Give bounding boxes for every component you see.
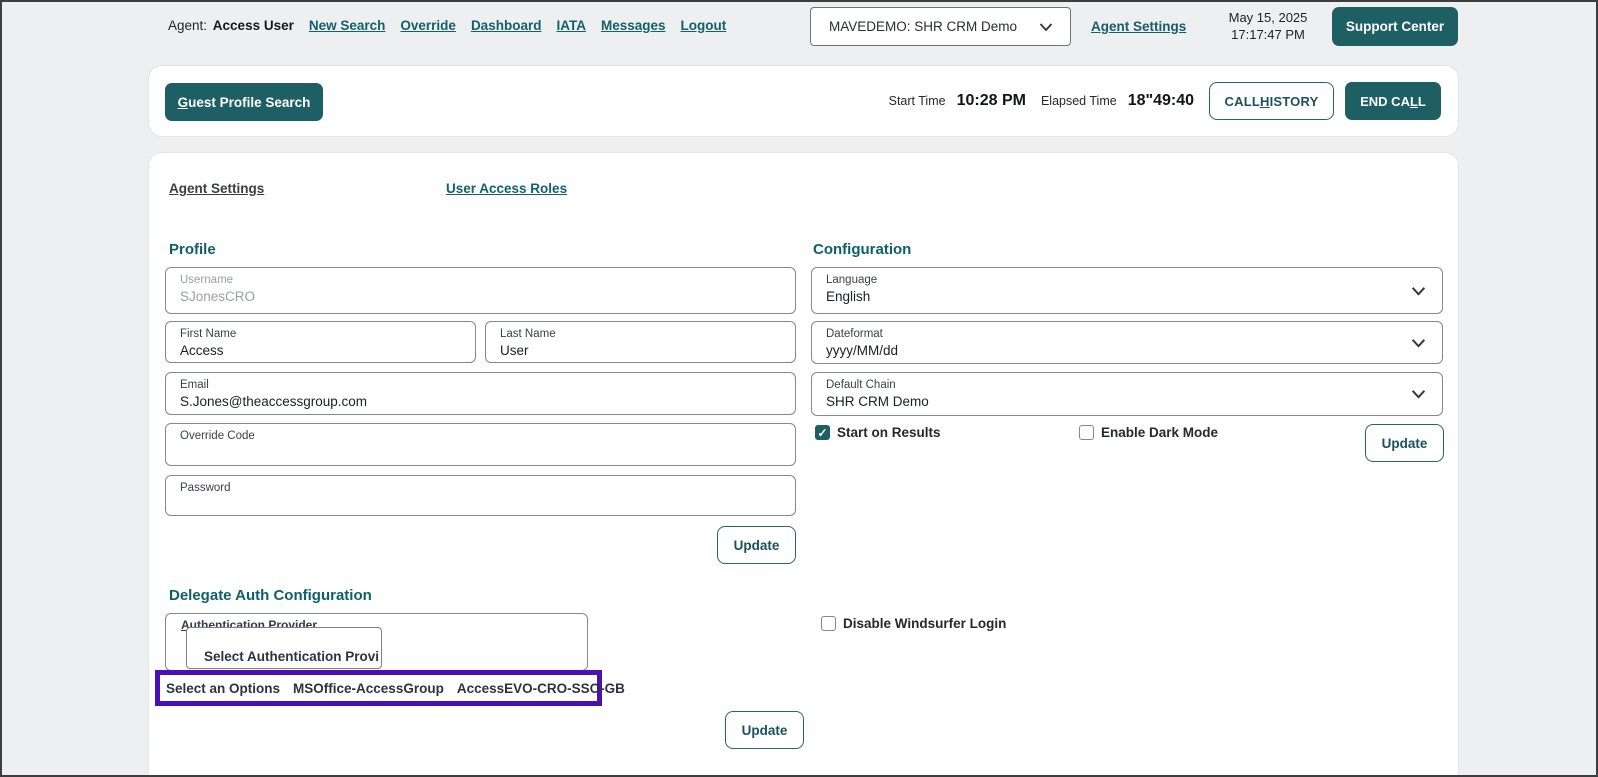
- enable-dark-mode-label: Enable Dark Mode: [1101, 425, 1219, 440]
- disable-windsurfer-label: Disable Windsurfer Login: [843, 616, 1007, 631]
- default-chain-value: SHR CRM Demo: [826, 394, 929, 409]
- delegate-auth-update-button[interactable]: Update: [725, 711, 804, 749]
- username-field: Username SJonesCRO: [165, 267, 796, 314]
- date-text: May 15, 2025: [1228, 10, 1308, 25]
- configuration-update-button[interactable]: Update: [1365, 424, 1444, 462]
- disable-windsurfer-checkbox[interactable]: Disable Windsurfer Login: [821, 616, 1006, 631]
- time-text: 17:17:47 PM: [1231, 27, 1305, 42]
- authentication-provider-value: Select Authentication Provi: [204, 649, 380, 664]
- first-name-field[interactable]: First Name Access: [165, 321, 476, 363]
- email-field[interactable]: Email S.Jones@theaccessgroup.com: [165, 372, 796, 415]
- configuration-heading: Configuration: [813, 241, 912, 258]
- first-name-value: Access: [180, 343, 224, 358]
- default-chain-select[interactable]: Default Chain SHR CRM Demo: [811, 372, 1443, 416]
- dateformat-select[interactable]: Dateformat yyyy/MM/dd: [811, 321, 1443, 364]
- dateformat-label: Dateformat: [826, 328, 883, 340]
- email-label: Email: [180, 379, 209, 391]
- tab-user-access-roles[interactable]: User Access Roles: [446, 181, 567, 196]
- profile-heading: Profile: [169, 241, 216, 258]
- dateformat-value: yyyy/MM/dd: [826, 343, 899, 358]
- call-history-button[interactable]: CALL H ISTORY: [1209, 82, 1334, 120]
- last-name-value: User: [500, 343, 529, 358]
- nav-link-logout[interactable]: Logout: [681, 18, 727, 33]
- checkbox-icon[interactable]: [821, 616, 836, 631]
- chevron-down-icon: [1411, 338, 1426, 348]
- last-name-field[interactable]: Last Name User: [485, 321, 796, 363]
- call-status-group: Start Time 10:28 PM Elapsed Time 18"49:4…: [889, 82, 1441, 120]
- top-navigation: Agent: Access User New Search Override D…: [168, 18, 726, 33]
- start-on-results-checkbox[interactable]: Start on Results: [815, 425, 941, 440]
- nav-link-override[interactable]: Override: [400, 18, 456, 33]
- app-window: Agent: Access User New Search Override D…: [0, 0, 1598, 777]
- username-value: SJonesCRO: [180, 289, 256, 304]
- chevron-down-icon: [1039, 22, 1053, 31]
- agent-name: Access User: [212, 18, 294, 33]
- call-bar: Guest Profile Search Start Time 10:28 PM…: [148, 65, 1459, 137]
- agent-settings-link[interactable]: Agent Settings: [1091, 19, 1186, 34]
- enable-dark-mode-checkbox[interactable]: Enable Dark Mode: [1079, 425, 1218, 440]
- override-code-label: Override Code: [180, 430, 255, 442]
- start-on-results-label: Start on Results: [837, 425, 941, 440]
- chain-select-value: MAVEDEMO: SHR CRM Demo: [829, 19, 1018, 34]
- provider-option-placeholder[interactable]: Select an Options: [166, 681, 280, 696]
- nav-link-messages[interactable]: Messages: [601, 18, 666, 33]
- password-field[interactable]: Password: [165, 475, 796, 516]
- checkbox-icon[interactable]: [1079, 425, 1094, 440]
- agent-settings-panel: Agent Settings User Access Roles Profile…: [148, 152, 1459, 775]
- agent-label: Agent: Access User: [168, 18, 294, 33]
- profile-update-button[interactable]: Update: [717, 526, 796, 564]
- nav-link-new-search[interactable]: New Search: [309, 18, 386, 33]
- tab-agent-settings[interactable]: Agent Settings: [169, 181, 264, 196]
- authentication-provider-select[interactable]: Select Authentication Provi: [186, 627, 382, 669]
- provider-option-accessevo[interactable]: AccessEVO-CRO-SSO-GB: [457, 681, 625, 696]
- start-time-value: 10:28 PM: [956, 92, 1026, 109]
- elapsed-time-label: Elapsed Time: [1040, 94, 1117, 108]
- language-label: Language: [826, 274, 878, 286]
- password-label: Password: [180, 482, 231, 494]
- language-value: English: [826, 289, 871, 304]
- language-select[interactable]: Language English: [811, 267, 1443, 314]
- first-name-label: First Name: [180, 328, 237, 340]
- guest-profile-search-button[interactable]: Guest Profile Search: [165, 83, 323, 121]
- provider-options-highlight: Select an Options MSOffice-AccessGroup A…: [155, 670, 625, 706]
- last-name-label: Last Name: [500, 328, 556, 340]
- email-value: S.Jones@theaccessgroup.com: [180, 394, 368, 409]
- chain-select-dropdown[interactable]: MAVEDEMO: SHR CRM Demo: [810, 7, 1071, 46]
- checkbox-icon[interactable]: [815, 425, 830, 440]
- provider-option-msoffice[interactable]: MSOffice-AccessGroup: [293, 681, 444, 696]
- chevron-down-icon: [1411, 390, 1426, 399]
- end-call-button[interactable]: END CA L L: [1345, 82, 1441, 120]
- support-center-button[interactable]: Support Center: [1332, 7, 1458, 46]
- chevron-down-icon: [1411, 286, 1426, 296]
- datetime-display: May 15, 2025 17:17:47 PM: [1208, 9, 1328, 43]
- nav-link-iata[interactable]: IATA: [556, 18, 586, 33]
- nav-link-dashboard[interactable]: Dashboard: [471, 18, 542, 33]
- elapsed-time-value: 18"49:40: [1127, 92, 1194, 109]
- override-code-field[interactable]: Override Code: [165, 423, 796, 466]
- delegate-auth-heading: Delegate Auth Configuration: [169, 587, 372, 604]
- username-label: Username: [180, 274, 234, 286]
- default-chain-label: Default Chain: [826, 379, 896, 391]
- start-time-label: Start Time: [888, 94, 946, 108]
